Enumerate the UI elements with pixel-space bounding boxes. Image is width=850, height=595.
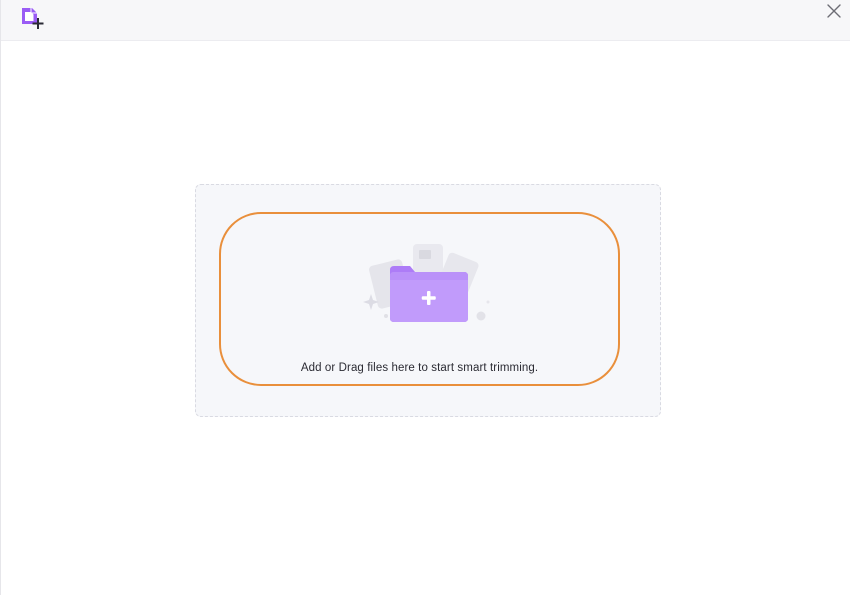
title-bar [1, 0, 850, 41]
add-file-icon[interactable] [20, 6, 48, 32]
folder-add-icon [361, 234, 491, 324]
app-window: Add or Drag files here to start smart tr… [0, 0, 850, 595]
drop-hint-text: Add or Drag files here to start smart tr… [300, 362, 539, 374]
file-drop-zone[interactable]: Add or Drag files here to start smart tr… [219, 212, 620, 386]
close-icon[interactable] [825, 2, 843, 20]
